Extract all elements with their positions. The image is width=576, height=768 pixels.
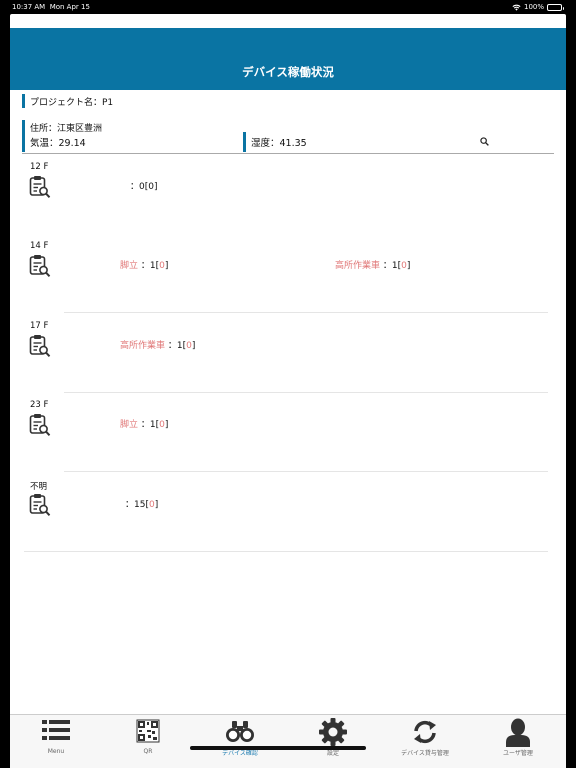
floor-name: 23 F <box>30 400 49 410</box>
tab-user-management[interactable]: ユーザ管理 <box>472 715 564 759</box>
status-time: 10:37 AM Mon Apr 15 <box>12 3 90 11</box>
floor-section-unknown[interactable]: 不明 ：15[0] <box>24 474 548 552</box>
qr-code-icon <box>136 719 160 743</box>
tab-settings[interactable]: 設定 <box>287 715 379 759</box>
document-search-icon[interactable] <box>29 175 51 199</box>
device-count-ladder: 脚立 ：1[0] <box>120 261 169 271</box>
accent-bar <box>22 132 25 152</box>
device-count-ladder: 脚立 ：1[0] <box>120 420 169 430</box>
tab-device-check[interactable]: デバイス確認 <box>194 715 286 759</box>
app-screen: デバイス稼働状況 プロジェクト名：P1 住所：江東区豊洲 気温：29.14 湿度… <box>10 14 566 768</box>
temperature: 気温：29.14 <box>30 138 86 149</box>
humidity: 湿度：41.35 <box>251 138 307 149</box>
floor-section-23f[interactable]: 23 F 脚立 ：1[0] <box>24 394 548 472</box>
project-name: プロジェクト名：P1 <box>30 97 114 108</box>
humidity-cell: 湿度：41.35 <box>243 132 307 152</box>
temperature-cell: 気温：29.14 <box>22 132 86 152</box>
floor-name: 12 F <box>30 162 49 172</box>
floor-name: 17 F <box>30 321 49 331</box>
tab-device-lending[interactable]: デバイス貸与管理 <box>379 715 471 759</box>
floor-section-12f[interactable]: 12 F ：0[0] <box>24 156 548 234</box>
document-search-icon[interactable] <box>29 254 51 278</box>
search-icon[interactable] <box>480 137 489 146</box>
project-row: プロジェクト名：P1 <box>22 94 113 108</box>
divider <box>64 392 548 393</box>
floor-section-17f[interactable]: 17 F 高所作業車 ：1[0] <box>24 315 548 393</box>
user-icon <box>506 718 530 747</box>
tab-menu[interactable]: Menu <box>10 715 102 759</box>
weather-row: 気温：29.14 湿度：41.35 <box>22 132 554 154</box>
tab-label: ユーザ管理 <box>503 750 533 757</box>
battery-percent: 100% <box>523 3 544 11</box>
sync-arrows-icon <box>414 720 436 744</box>
wifi-icon <box>512 4 521 11</box>
tab-label: QR <box>143 748 153 755</box>
gear-icon <box>319 718 347 746</box>
floor-name: 不明 <box>30 482 48 492</box>
status-bar: 10:37 AM Mon Apr 15 100% <box>0 0 576 14</box>
battery-icon <box>547 3 564 11</box>
device-count-aerial-lift: 高所作業車 ：1[0] <box>335 261 411 271</box>
tab-label: デバイス貸与管理 <box>401 750 449 757</box>
document-search-icon[interactable] <box>29 334 51 358</box>
accent-bar <box>243 132 246 152</box>
floor-name: 14 F <box>30 241 49 251</box>
tab-label: Menu <box>47 748 65 755</box>
floor-section-14f[interactable]: 14 F 脚立 ：1[0] 高所作業車 ：1[0] <box>24 235 548 313</box>
divider <box>64 471 548 472</box>
divider <box>24 551 548 552</box>
tab-bar: Menu QR デバイス確認 設定 デバイス貸与管理 ユーザ管理 <box>10 714 566 768</box>
document-search-icon[interactable] <box>29 493 51 517</box>
header-bar: デバイス稼働状況 <box>10 28 566 90</box>
menu-list-icon <box>42 720 70 740</box>
accent-bar <box>22 94 25 108</box>
status-right: 100% <box>512 0 564 14</box>
binoculars-icon <box>226 721 254 742</box>
home-indicator[interactable] <box>190 746 366 750</box>
device-count: ：15[0] <box>125 500 159 510</box>
device-count: ：0[0] <box>130 182 158 192</box>
divider <box>64 312 548 313</box>
tab-qr[interactable]: QR <box>102 715 194 759</box>
document-search-icon[interactable] <box>29 413 51 437</box>
device-count-aerial-lift: 高所作業車 ：1[0] <box>120 341 196 351</box>
page-title: デバイス稼働状況 <box>242 65 334 79</box>
